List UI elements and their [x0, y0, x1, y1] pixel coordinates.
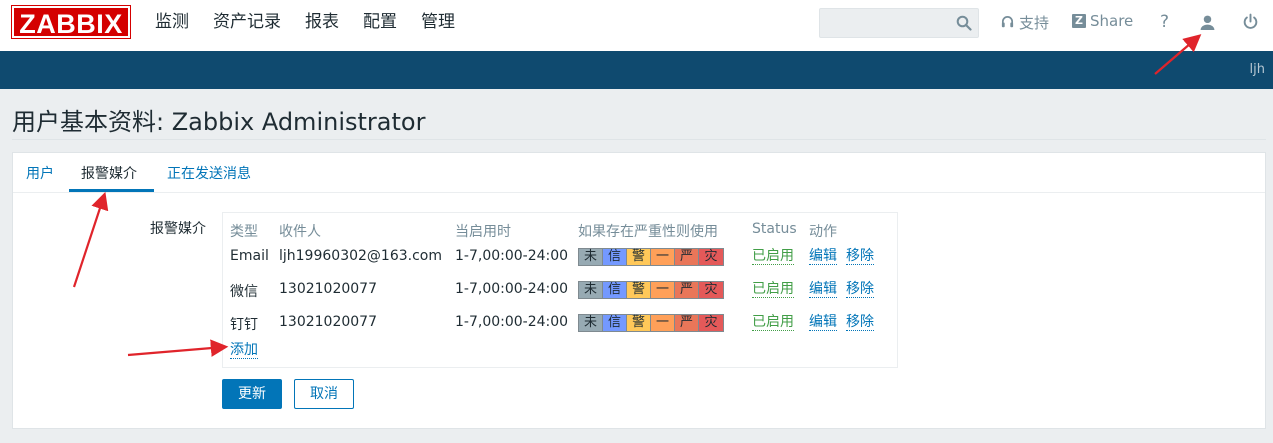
- severity-information: 信: [603, 282, 627, 298]
- nav-administration[interactable]: 管理: [421, 10, 455, 34]
- page-title: 用户基本资料: Zabbix Administrator: [12, 108, 426, 136]
- support-label: 支持: [1019, 14, 1050, 32]
- severity-average: 一: [651, 315, 675, 331]
- severity-average: 一: [651, 282, 675, 298]
- col-header-type: 类型: [230, 224, 258, 240]
- edit-link[interactable]: 编辑: [809, 314, 837, 331]
- zabbix-logo[interactable]: ZABBIX: [11, 5, 131, 39]
- row-recipient: 13021020077: [279, 314, 377, 330]
- severity-disaster: 灾: [699, 282, 723, 298]
- share-link[interactable]: Z Share: [1072, 12, 1133, 30]
- severity-indicators: 未 信 警 一 严 灾: [578, 314, 724, 332]
- update-button[interactable]: 更新: [222, 379, 282, 409]
- remove-link[interactable]: 移除: [846, 281, 874, 298]
- search-input[interactable]: [820, 9, 950, 37]
- edit-link[interactable]: 编辑: [809, 248, 837, 265]
- nav-monitoring[interactable]: 监测: [155, 10, 189, 34]
- support-link[interactable]: 支持: [1000, 12, 1049, 33]
- share-label: Share: [1090, 12, 1134, 30]
- media-table: 类型 收件人 当启用时 如果存在严重性则使用 Status 动作 Email l…: [222, 212, 898, 368]
- remove-link[interactable]: 移除: [846, 248, 874, 265]
- top-bar: ZABBIX 监测 资产记录 报表 配置 管理 支持 Z Share ?: [0, 0, 1273, 51]
- user-profile-icon[interactable]: [1199, 14, 1216, 31]
- tab-messaging[interactable]: 正在发送消息: [167, 163, 251, 183]
- user-profile-panel: 用户 报警媒介 正在发送消息 报警媒介 类型 收件人 当启用时 如果存在严重性则…: [12, 152, 1266, 429]
- tab-user[interactable]: 用户: [26, 163, 54, 183]
- title-divider: [12, 139, 1266, 140]
- severity-warning: 警: [627, 282, 651, 298]
- row-type: 微信: [230, 284, 258, 300]
- severity-high: 严: [675, 249, 699, 265]
- col-header-severity: 如果存在严重性则使用: [578, 224, 718, 240]
- help-icon: ?: [1160, 12, 1170, 32]
- add-media-link[interactable]: 添加: [230, 342, 258, 359]
- nav-reports[interactable]: 报表: [305, 10, 339, 34]
- row-when: 1-7,00:00-24:00: [455, 281, 569, 297]
- row-recipient: 13021020077: [279, 281, 377, 297]
- media-field-label: 报警媒介: [150, 221, 206, 237]
- severity-not-classified: 未: [579, 282, 603, 298]
- tab-media[interactable]: 报警媒介: [81, 163, 137, 183]
- severity-indicators: 未 信 警 一 严 灾: [578, 281, 724, 299]
- status-enabled-link[interactable]: 已启用: [752, 281, 794, 298]
- severity-not-classified: 未: [579, 249, 603, 265]
- search-icon[interactable]: [956, 15, 972, 31]
- row-when: 1-7,00:00-24:00: [455, 248, 569, 264]
- share-icon: Z: [1072, 14, 1086, 28]
- nav-configuration[interactable]: 配置: [363, 10, 397, 34]
- status-enabled-link[interactable]: 已启用: [752, 248, 794, 265]
- nav-inventory[interactable]: 资产记录: [213, 10, 281, 34]
- severity-average: 一: [651, 249, 675, 265]
- col-header-status: Status: [752, 221, 797, 237]
- severity-warning: 警: [627, 249, 651, 265]
- status-enabled-link[interactable]: 已启用: [752, 314, 794, 331]
- remove-link[interactable]: 移除: [846, 314, 874, 331]
- help-button[interactable]: ?: [1160, 12, 1169, 32]
- severity-indicators: 未 信 警 一 严 灾: [578, 248, 724, 266]
- severity-information: 信: [603, 249, 627, 265]
- header-strip: ljh: [0, 51, 1273, 89]
- severity-disaster: 灾: [699, 315, 723, 331]
- col-header-when: 当启用时: [455, 224, 511, 240]
- tab-bar: 用户 报警媒介 正在发送消息: [13, 153, 1265, 193]
- row-type: 钉钉: [230, 317, 258, 333]
- row-type: Email: [230, 248, 269, 264]
- header-username: ljh: [1249, 62, 1265, 77]
- sign-out-icon[interactable]: [1242, 13, 1259, 30]
- col-header-action: 动作: [809, 224, 837, 240]
- severity-information: 信: [603, 315, 627, 331]
- severity-warning: 警: [627, 315, 651, 331]
- main-nav: 监测 资产记录 报表 配置 管理: [155, 10, 479, 34]
- severity-high: 严: [675, 282, 699, 298]
- col-header-recipient: 收件人: [279, 224, 321, 240]
- cancel-button[interactable]: 取消: [294, 379, 354, 409]
- search-box: [819, 8, 979, 38]
- severity-disaster: 灾: [699, 249, 723, 265]
- row-recipient: ljh19960302@163.com: [279, 248, 442, 264]
- active-tab-indicator: [69, 189, 154, 192]
- row-when: 1-7,00:00-24:00: [455, 314, 569, 330]
- edit-link[interactable]: 编辑: [809, 281, 837, 298]
- headset-icon: [1001, 16, 1014, 28]
- severity-high: 严: [675, 315, 699, 331]
- severity-not-classified: 未: [579, 315, 603, 331]
